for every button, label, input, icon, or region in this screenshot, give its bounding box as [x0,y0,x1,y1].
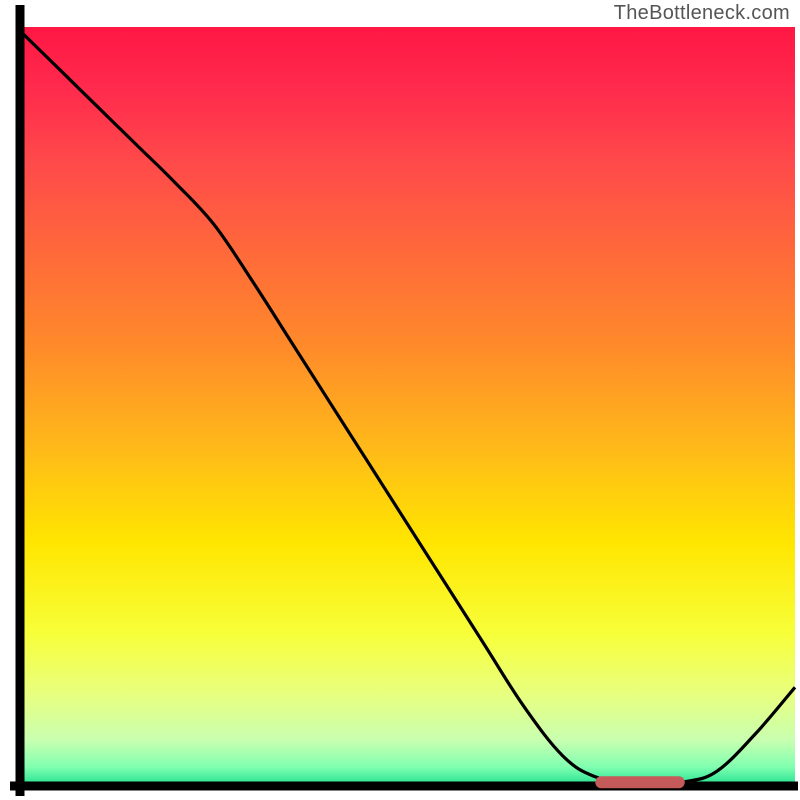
chart-container: TheBottleneck.com [0,0,800,800]
plot-background [20,27,795,786]
watermark-text: TheBottleneck.com [614,2,790,25]
bottleneck-chart [0,0,800,800]
